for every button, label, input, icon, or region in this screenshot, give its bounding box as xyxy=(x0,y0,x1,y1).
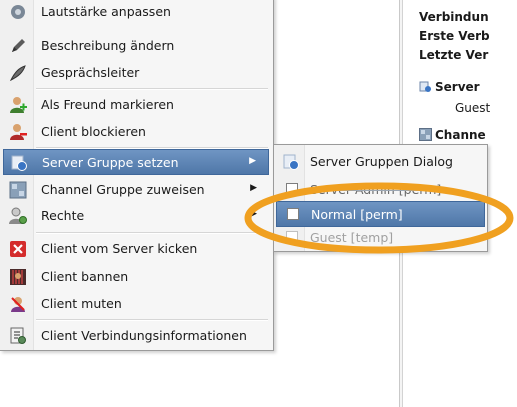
connection-info-icon xyxy=(10,327,26,344)
menu-item-mute-client[interactable]: Client muten xyxy=(3,291,269,317)
menu-item-assign-channel-group[interactable]: Channel Gruppe zuweisen ▶ xyxy=(3,177,269,203)
server-group-icon xyxy=(11,155,27,171)
channel-group-icon xyxy=(419,128,432,141)
menu-separator xyxy=(36,232,268,234)
menu-item-label: Client bannen xyxy=(41,269,129,284)
menu-item-label: Client Verbindungsinformationen xyxy=(41,328,247,343)
menu-item-mark-friend[interactable]: Als Freund markieren xyxy=(3,92,269,118)
menu-separator xyxy=(36,319,268,321)
server-groups-heading: Server xyxy=(435,80,480,94)
channel-group-heading: Channe xyxy=(435,128,486,142)
submenu-item-guest[interactable]: Guest [temp] xyxy=(276,225,485,251)
menu-item-block-client[interactable]: Client blockieren xyxy=(3,119,269,145)
info-connection-line: Verbindun xyxy=(419,10,489,24)
menu-item-label: Rechte xyxy=(41,208,85,223)
ban-icon xyxy=(10,269,26,285)
menu-item-adjust-volume[interactable]: Lautstärke anpassen xyxy=(3,0,269,25)
submenu-arrow-icon: ▶ xyxy=(249,156,256,166)
guest-checkbox[interactable] xyxy=(286,231,298,243)
menu-item-label: Lautstärke anpassen xyxy=(41,4,171,19)
submenu-item-label: Guest [temp] xyxy=(310,230,394,245)
menu-item-label: Server Gruppe setzen xyxy=(42,155,179,170)
mute-icon xyxy=(11,297,25,312)
menu-item-talk-power[interactable]: Gesprächsleiter xyxy=(3,60,269,86)
server-group-dialog-icon xyxy=(283,154,299,170)
menu-item-kick-client[interactable]: Client vom Server kicken xyxy=(3,236,269,262)
strikethrough-decoration xyxy=(310,183,440,195)
menu-item-change-description[interactable]: Beschreibung ändern xyxy=(3,33,269,59)
menu-item-ban-client[interactable]: Client bannen xyxy=(3,264,269,290)
info-last-connected-line: Letzte Ver xyxy=(419,48,489,62)
menu-item-label: Gesprächsleiter xyxy=(41,65,140,80)
server-group-value: Guest xyxy=(455,101,491,115)
menu-item-label: Client blockieren xyxy=(41,124,146,139)
submenu-item-label: Normal [perm] xyxy=(311,207,403,222)
speaker-icon xyxy=(11,5,25,19)
pen-icon xyxy=(9,65,26,82)
client-context-menu: Lautstärke anpassen Beschreibung ändern … xyxy=(0,0,274,351)
menu-item-label: Beschreibung ändern xyxy=(41,38,175,53)
menu-item-label: Client vom Server kicken xyxy=(41,241,198,256)
kick-icon xyxy=(10,241,26,257)
submenu-item-server-admin[interactable]: Server Admin [perm] xyxy=(276,177,485,203)
menu-item-set-server-group[interactable]: Server Gruppe setzen ▶ xyxy=(3,149,269,175)
menu-item-label: Als Freund markieren xyxy=(41,97,174,112)
add-friend-icon xyxy=(10,97,27,113)
submenu-arrow-icon: ▶ xyxy=(250,209,257,219)
menu-separator xyxy=(36,88,268,90)
pencil-icon xyxy=(12,39,25,52)
info-first-connected-line: Erste Verb xyxy=(419,29,490,43)
submenu-arrow-icon: ▶ xyxy=(250,183,257,193)
submenu-item-server-groups-dialog[interactable]: Server Gruppen Dialog xyxy=(276,149,485,175)
block-user-icon xyxy=(10,124,27,140)
server-group-submenu: Server Gruppen Dialog Server Admin [perm… xyxy=(273,144,488,252)
menu-item-permissions[interactable]: Rechte ▶ xyxy=(3,203,269,229)
menu-item-label: Client muten xyxy=(41,296,122,311)
menu-item-label: Channel Gruppe zuweisen xyxy=(41,182,205,197)
server-group-icon xyxy=(419,81,431,92)
menu-item-connection-info[interactable]: Client Verbindungsinformationen xyxy=(3,323,269,349)
permissions-icon xyxy=(9,207,27,224)
normal-checkbox[interactable] xyxy=(287,208,299,220)
submenu-item-label: Server Gruppen Dialog xyxy=(310,154,453,169)
submenu-item-normal[interactable]: Normal [perm] xyxy=(276,201,485,227)
server-admin-checkbox[interactable] xyxy=(286,183,298,195)
channel-group-icon xyxy=(9,181,27,199)
